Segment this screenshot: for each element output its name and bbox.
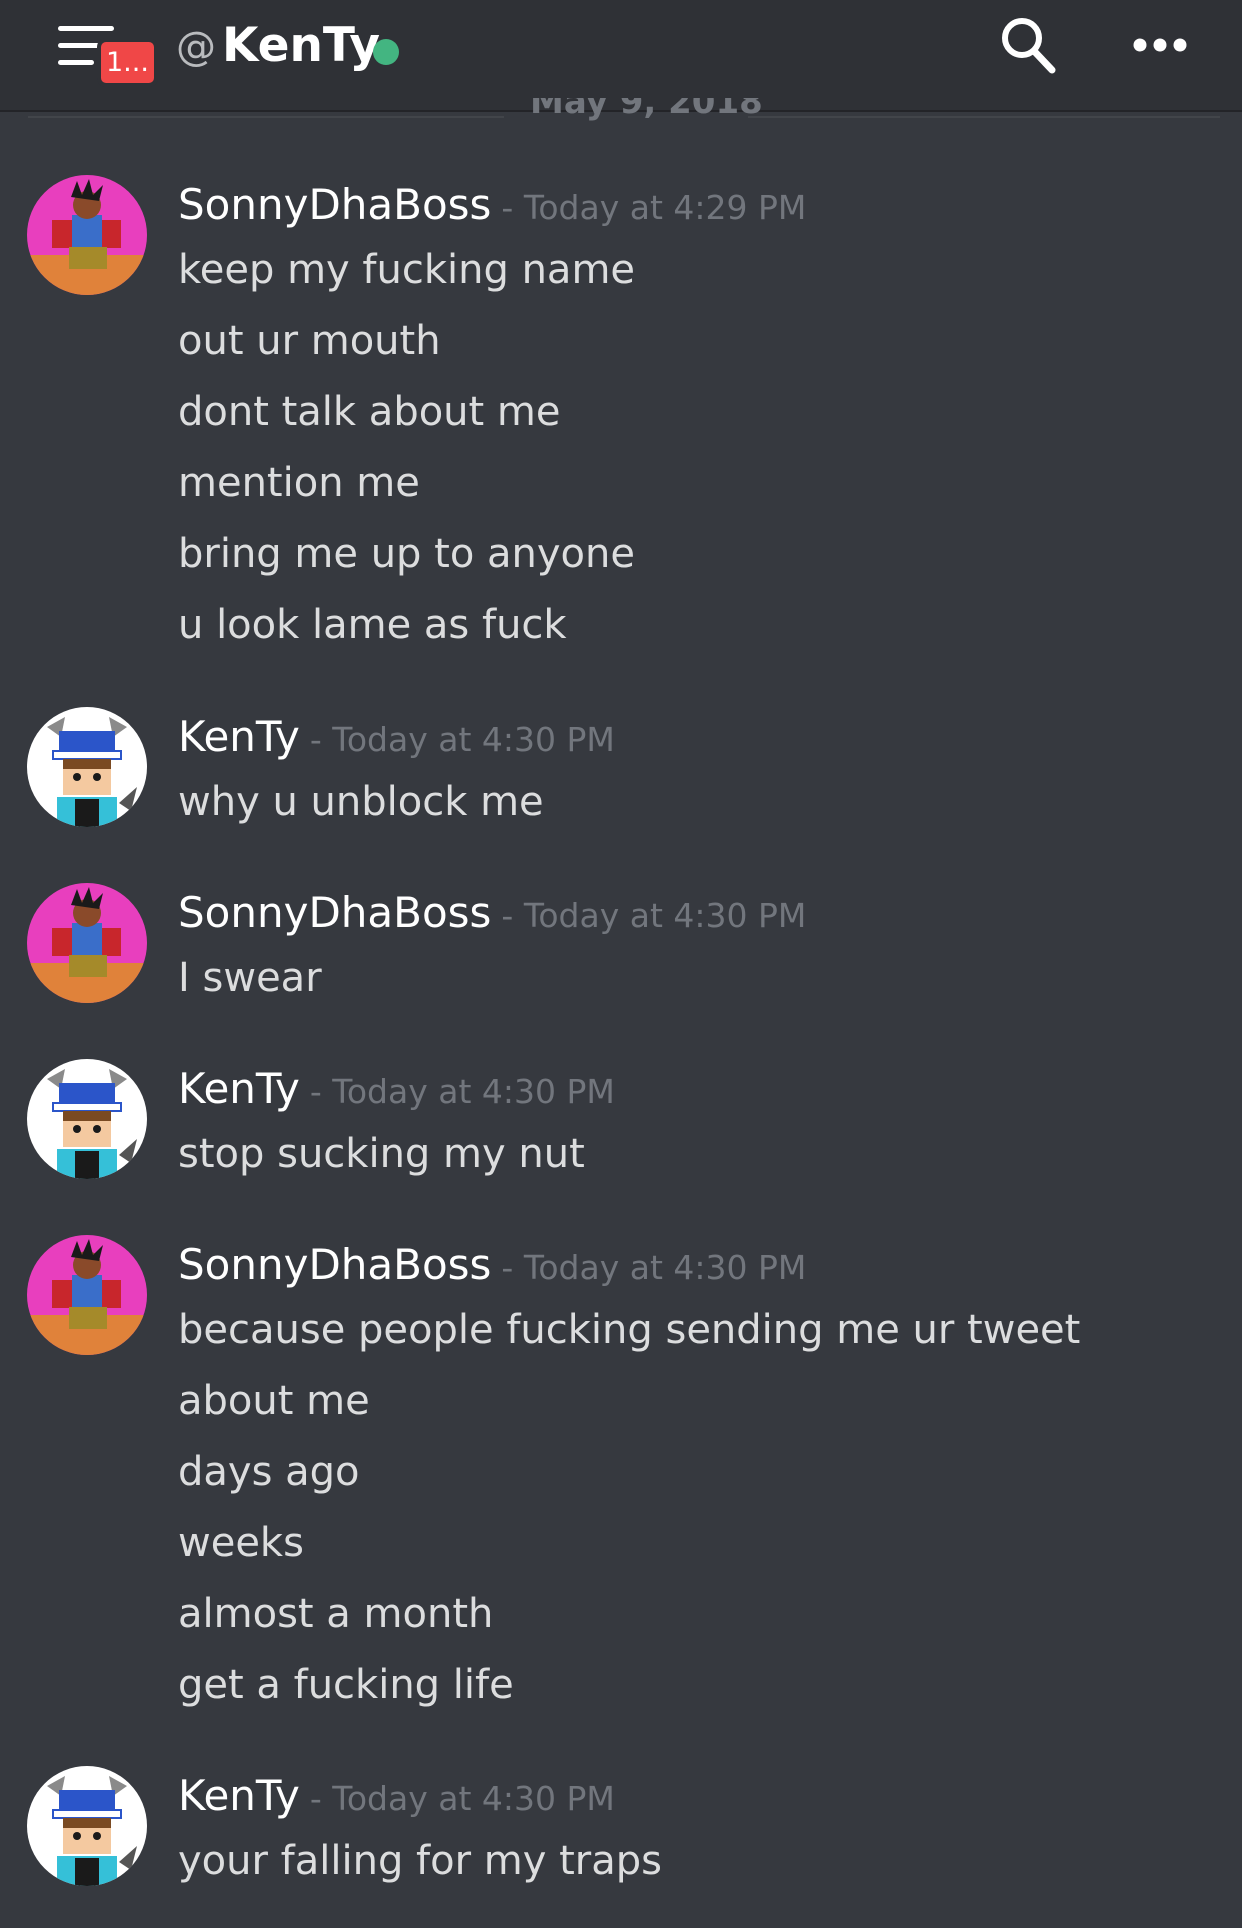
notification-badge: 1... xyxy=(97,38,158,87)
channel-title[interactable]: KenTy xyxy=(222,18,380,74)
message-line[interactable]: keep my fucking name xyxy=(178,235,635,306)
message-header: KenTy - Today at 4:30 PM xyxy=(178,707,615,767)
more-options-icon[interactable] xyxy=(1132,30,1188,60)
at-sign: @ xyxy=(176,24,216,70)
username[interactable]: SonnyDhaBoss xyxy=(178,888,491,937)
username[interactable]: SonnyDhaBoss xyxy=(178,1240,491,1289)
username[interactable]: KenTy xyxy=(178,712,300,761)
timestamp: - Today at 4:30 PM xyxy=(501,896,807,935)
message-line[interactable]: dont talk about me xyxy=(178,377,635,448)
avatar[interactable] xyxy=(27,1059,147,1179)
message-line[interactable]: mention me xyxy=(178,448,635,519)
message-line[interactable]: why u unblock me xyxy=(178,767,544,838)
avatar[interactable] xyxy=(27,1235,147,1355)
message-body: because people fucking sending me ur twe… xyxy=(178,1295,1080,1721)
username[interactable]: KenTy xyxy=(178,1064,300,1113)
message-line[interactable]: your falling for my traps xyxy=(178,1826,662,1897)
top-bar: 1... @ KenTy xyxy=(0,0,1242,112)
message-line[interactable]: u look lame as fuck xyxy=(178,590,635,661)
avatar[interactable] xyxy=(27,707,147,827)
timestamp: - Today at 4:29 PM xyxy=(501,188,807,227)
message-body: I swear xyxy=(178,943,322,1014)
online-status-dot xyxy=(373,39,399,65)
username[interactable]: KenTy xyxy=(178,1771,300,1820)
message-body: why u unblock me xyxy=(178,767,544,838)
message-header: KenTy - Today at 4:30 PM xyxy=(178,1059,615,1119)
date-divider-text: May 9, 2018 xyxy=(530,98,763,122)
avatar[interactable] xyxy=(27,175,147,295)
message-header: SonnyDhaBoss - Today at 4:30 PM xyxy=(178,1235,806,1295)
message-line[interactable]: bring me up to anyone xyxy=(178,519,635,590)
message-line[interactable]: get a fucking life xyxy=(178,1650,1080,1721)
message-line[interactable]: days ago xyxy=(178,1437,1080,1508)
message-line[interactable]: I swear xyxy=(178,943,322,1014)
dm-screen: 1... @ KenTy May 9, 2018 SonnyDhaBoss - T… xyxy=(0,0,1242,1928)
message-line[interactable]: because people fucking sending me ur twe… xyxy=(178,1295,1080,1366)
date-divider: May 9, 2018 xyxy=(28,98,1220,142)
message-line[interactable]: out ur mouth xyxy=(178,306,635,377)
timestamp: - Today at 4:30 PM xyxy=(309,720,615,759)
avatar[interactable] xyxy=(27,1766,147,1886)
message-body: stop sucking my nut xyxy=(178,1119,585,1190)
message-line[interactable]: almost a month xyxy=(178,1579,1080,1650)
timestamp: - Today at 4:30 PM xyxy=(501,1248,807,1287)
message-header: KenTy - Today at 4:30 PM xyxy=(178,1766,615,1826)
message-header: SonnyDhaBoss - Today at 4:30 PM xyxy=(178,883,806,943)
message-line[interactable]: weeks xyxy=(178,1508,1080,1579)
message-line[interactable]: stop sucking my nut xyxy=(178,1119,585,1190)
message-body: your falling for my traps xyxy=(178,1826,662,1897)
message-line[interactable]: about me xyxy=(178,1366,1080,1437)
search-icon[interactable] xyxy=(998,14,1058,76)
timestamp: - Today at 4:30 PM xyxy=(309,1779,615,1818)
username[interactable]: SonnyDhaBoss xyxy=(178,180,491,229)
avatar[interactable] xyxy=(27,883,147,1003)
message-header: SonnyDhaBoss - Today at 4:29 PM xyxy=(178,175,806,235)
timestamp: - Today at 4:30 PM xyxy=(309,1072,615,1111)
message-body: keep my fucking name out ur mouth dont tal… xyxy=(178,235,635,661)
